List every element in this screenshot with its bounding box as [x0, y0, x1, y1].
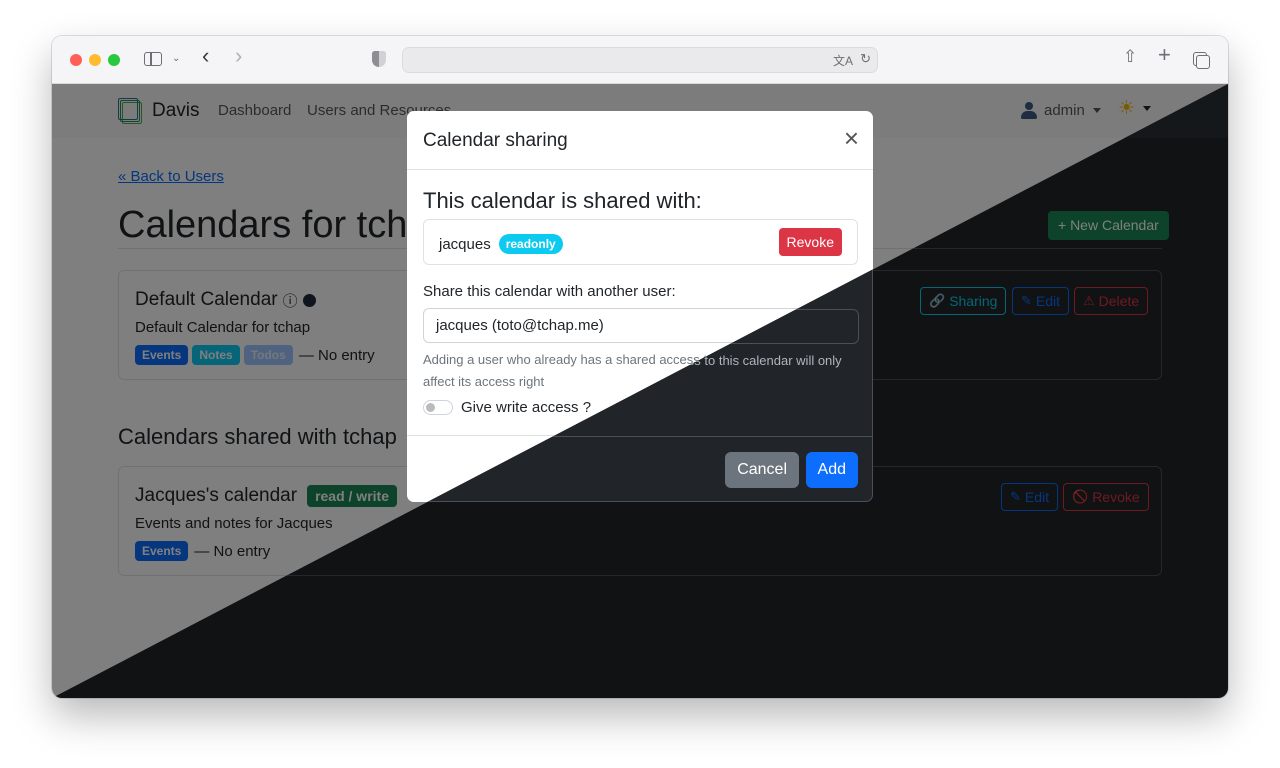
reload-icon[interactable]: ↻ [860, 51, 871, 67]
write-access-row: Give write access ? [423, 399, 591, 416]
address-bar[interactable]: 文A ↻ [402, 47, 878, 73]
maximize-window-button[interactable] [108, 54, 120, 66]
page-viewport: Davis Dashboard Users and Resources admi… [52, 84, 1228, 698]
modal-title: Calendar sharing [423, 130, 568, 151]
browser-toolbar: ⌄ ‹ › 文A ↻ ⇧ + [52, 36, 1228, 84]
minimize-window-button[interactable] [89, 54, 101, 66]
new-tab-icon[interactable]: + [1158, 44, 1171, 66]
write-access-toggle[interactable] [423, 400, 453, 415]
shared-user: jacques readonly [439, 234, 563, 254]
privacy-shield-icon[interactable] [372, 51, 386, 67]
shared-user-list-item: jacques readonly Revoke [423, 219, 858, 265]
cancel-button[interactable]: Cancel [725, 452, 799, 488]
translate-icon[interactable]: 文A [833, 52, 853, 69]
share-icon[interactable]: ⇧ [1123, 48, 1137, 65]
shared-user-name: jacques [439, 235, 491, 253]
chevron-down-icon[interactable]: ⌄ [172, 51, 180, 67]
forward-icon[interactable]: › [235, 45, 242, 67]
back-icon[interactable]: ‹ [202, 45, 209, 67]
add-button[interactable]: Add [805, 452, 858, 488]
write-access-label: Give write access ? [461, 399, 592, 416]
revoke-button[interactable]: Revoke [778, 228, 842, 256]
modal-header: Calendar sharing × [407, 111, 873, 170]
close-window-button[interactable] [70, 54, 82, 66]
share-with-label: Share this calendar with another user: [423, 283, 676, 300]
tab-overview-icon[interactable] [1193, 52, 1210, 69]
shared-with-heading: This calendar is shared with: [423, 188, 702, 213]
readonly-badge: readonly [498, 234, 563, 254]
close-icon[interactable]: × [844, 125, 859, 151]
sidebar-toggle-icon[interactable] [144, 52, 162, 66]
browser-window: ⌄ ‹ › 文A ↻ ⇧ + Davis Dashboard Users and… [52, 36, 1228, 698]
